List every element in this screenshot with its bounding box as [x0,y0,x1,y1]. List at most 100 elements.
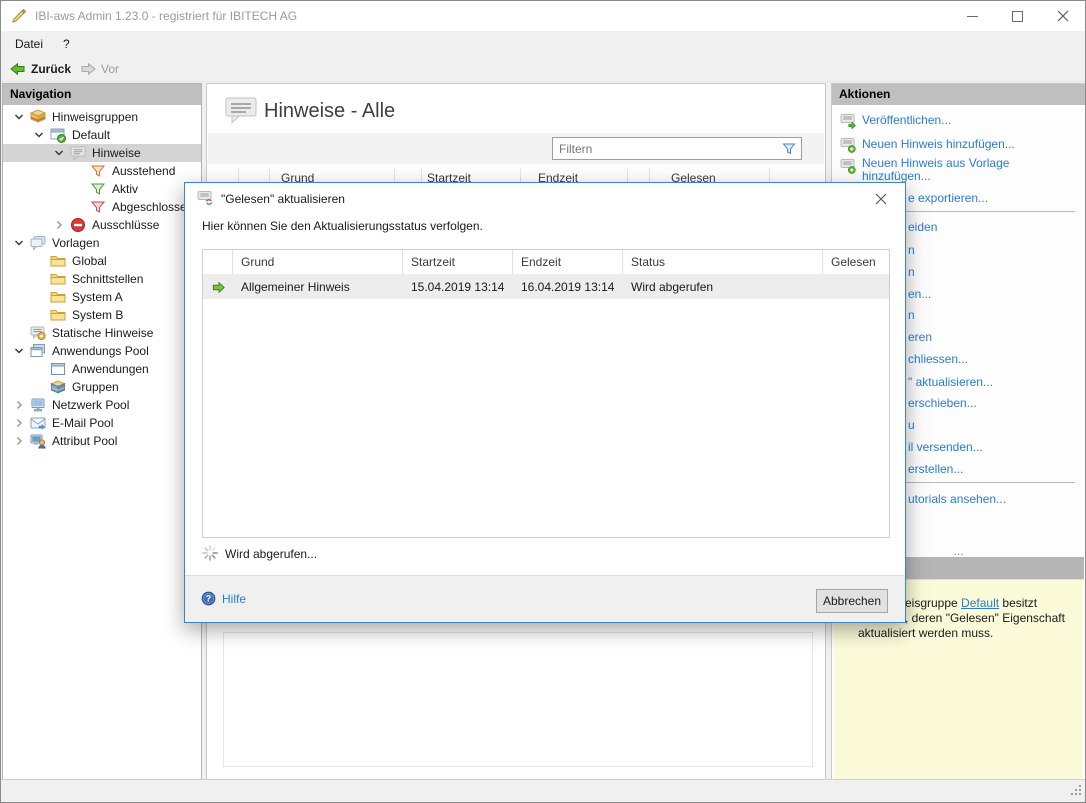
action-fragment[interactable]: en... [908,286,931,302]
action-fragment[interactable]: n [908,264,915,280]
action-fragment[interactable]: e exportieren... [908,190,988,206]
tree-item-e-mail-pool[interactable]: E-Mail Pool [3,414,201,432]
tree-item-gruppen[interactable]: Gruppen [3,378,201,396]
dialog-column-header-startzeit[interactable]: Startzeit [403,250,513,274]
menu-item-help[interactable]: ? [53,33,80,55]
folder-icon [50,289,66,305]
package-icon [30,109,46,125]
navigation-header: Navigation [3,84,201,105]
green-arrow-icon [203,280,233,295]
forward-arrow-icon [80,61,96,77]
chevron-down-icon[interactable] [51,145,67,161]
tree-item-label: Abgeschlossen [112,198,193,216]
action-neuen-hinweis-hinzuf-gen[interactable]: Neuen Hinweis hinzufügen... [840,136,1079,152]
tree-item-vorlagen[interactable]: Vorlagen [3,234,201,252]
help-link[interactable]: ? Hilfe [201,591,246,606]
dialog-table-row[interactable]: Allgemeiner Hinweis15.04.2019 13:1416.04… [203,275,889,299]
note-text: , deren "Gelesen" Eigenschaft [905,611,1065,625]
filter-input-wrap [552,137,802,160]
add-note-icon [840,137,856,153]
dialog-close-icon[interactable] [867,188,895,210]
tree-item-system-b[interactable]: System B [3,306,201,324]
close-button[interactable] [1040,1,1085,31]
action-fragment[interactable]: erschieben... [908,395,977,411]
tree-item-aktiv[interactable]: Aktiv [3,180,201,198]
tree-item-statische-hinweise[interactable]: Statische Hinweise [3,324,201,342]
chevron-right-icon[interactable] [51,217,67,233]
chevron-down-icon[interactable] [11,109,27,125]
chevron-down-icon[interactable] [11,235,27,251]
tree-item-ausstehend[interactable]: Ausstehend [3,162,201,180]
maximize-button[interactable] [995,1,1040,31]
tree-item-label: Hinweisgruppen [52,108,138,126]
back-button-label: Zurück [31,62,71,76]
tree-item-anwendungs-pool[interactable]: Anwendungs Pool [3,342,201,360]
action-fragment[interactable]: il versenden... [908,439,983,455]
dialog-column-header-grund[interactable]: Grund [233,250,403,274]
cancel-button[interactable]: Abbrechen [816,589,888,613]
tree-item-default[interactable]: Default [3,126,201,144]
tree-item-netzwerk-pool[interactable]: Netzwerk Pool [3,396,201,414]
action-fragment[interactable]: n [908,307,915,323]
tree-item-label: Schnittstellen [72,270,143,288]
window-check-icon [50,127,66,143]
filter-funnel-icon[interactable] [781,141,797,157]
action-ver-ffentlichen[interactable]: Veröffentlichen... [840,112,1079,128]
dialog-column-header-endzeit[interactable]: Endzeit [513,250,623,274]
chevron-right-icon[interactable] [11,415,27,431]
tree-item-hinweise[interactable]: Hinweise [3,144,201,162]
action-fragment[interactable]: " aktualisieren... [908,374,993,390]
tree-item-anwendungen[interactable]: Anwendungen [3,360,201,378]
tree-item-global[interactable]: Global [3,252,201,270]
chevron-down-icon[interactable] [11,343,27,359]
chevron-right-icon[interactable] [11,433,27,449]
window-title: IBI-aws Admin 1.23.0 - registriert für I… [35,9,297,23]
menu-item-datei[interactable]: Datei [5,33,53,55]
folder-icon [50,307,66,323]
note-link-default[interactable]: Default [961,596,999,610]
action-fragment[interactable]: utorials ansehen... [908,491,1006,507]
menubar: Datei ? [1,31,1085,57]
back-button[interactable]: Zurück [10,61,71,77]
action-fragment[interactable]: n [908,242,915,258]
tree-item-system-a[interactable]: System A [3,288,201,306]
network-icon [30,397,46,413]
dialog-cell: Wird abgerufen [623,280,823,294]
dialog-cell: 15.04.2019 13:14 [403,280,513,294]
app-window: IBI-aws Admin 1.23.0 - registriert für I… [0,0,1086,803]
tree-item-label: System A [72,288,123,306]
spinner-icon [202,545,218,561]
tree-item-abgeschlossen[interactable]: Abgeschlossen [3,198,201,216]
back-arrow-icon [10,61,26,77]
action-fragment[interactable]: chliessen... [908,351,968,367]
funnel-orange-icon [90,163,106,179]
action-fragment[interactable]: eren [908,329,932,345]
chevron-down-icon[interactable] [31,127,47,143]
minimize-button[interactable] [950,1,995,31]
forward-button-label: Vor [101,62,119,76]
action-fragment[interactable]: eiden [908,219,937,235]
window-controls [950,1,1085,31]
action-fragment[interactable]: u [908,417,915,433]
tree-item-hinweisgruppen[interactable]: Hinweisgruppen [3,108,201,126]
tree-item-attribut-pool[interactable]: Attribut Pool [3,432,201,450]
note-icon [70,145,86,161]
dialog-column-header-icon[interactable] [203,250,233,274]
dialog-column-header-gelesen[interactable]: Gelesen [823,250,889,274]
note-line: eisgruppe Default besitzt [905,580,1083,611]
action-fragment[interactable]: erstellen... [908,461,963,477]
filter-input[interactable] [553,138,777,159]
forward-button[interactable]: Vor [80,61,119,77]
chevron-right-icon[interactable] [11,397,27,413]
resize-grip-icon[interactable] [1069,783,1082,799]
template-icon [30,235,46,251]
dialog-column-header-status[interactable]: Status [623,250,823,274]
dialog-note-refresh-icon [197,190,213,206]
tree-item-ausschl-sse[interactable]: Ausschlüsse [3,216,201,234]
tree-item-schnittstellen[interactable]: Schnittstellen [3,270,201,288]
action-neuen-hinweis-aus-vorlage-hinzuf-gen[interactable]: Neuen Hinweis aus Vorlage hinzufügen... [840,157,1079,183]
user-computer-icon [30,433,46,449]
folder-icon [50,271,66,287]
tree-item-label: Ausstehend [112,162,175,180]
tree-item-label: System B [72,306,123,324]
